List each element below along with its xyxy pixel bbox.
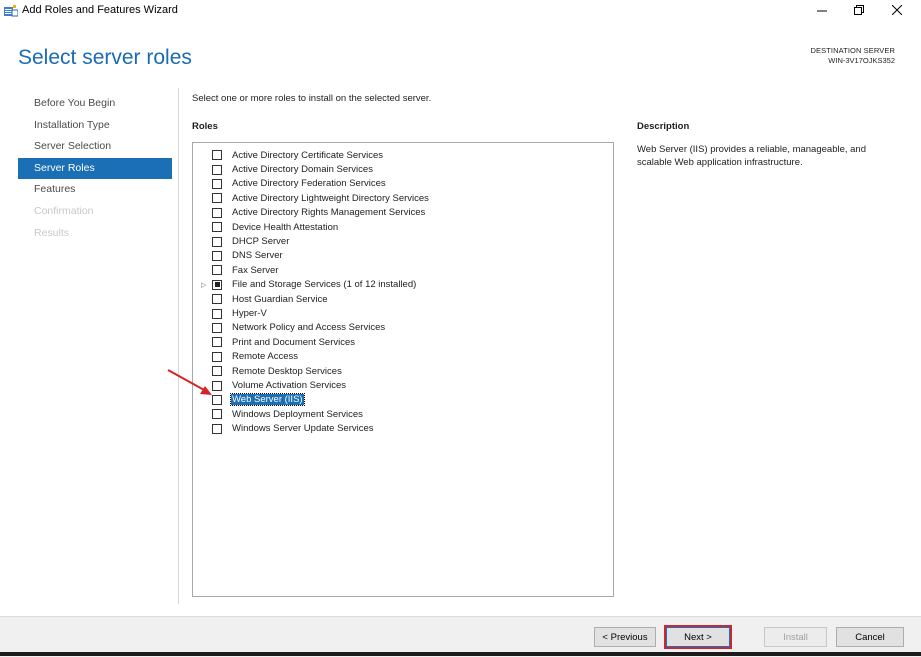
nav-item-server-selection[interactable]: Server Selection <box>18 136 172 158</box>
role-item[interactable]: Active Directory Federation Services <box>193 177 613 191</box>
role-item[interactable]: DNS Server <box>193 249 613 263</box>
role-item[interactable]: Remote Access <box>193 350 613 364</box>
nav-item-features[interactable]: Features <box>18 179 172 201</box>
previous-button[interactable]: < Previous <box>594 627 656 647</box>
role-checkbox[interactable] <box>212 294 222 305</box>
role-checkbox[interactable] <box>212 351 222 362</box>
minimize-icon <box>817 2 827 20</box>
role-checkbox[interactable] <box>212 250 222 261</box>
roles-list[interactable]: Active Directory Certificate Services Act… <box>192 142 614 597</box>
restore-button[interactable] <box>842 0 876 22</box>
wizard-steps-nav: Before You Begin Installation Type Server … <box>18 93 172 244</box>
role-label[interactable]: Active Directory Rights Management Servi… <box>231 207 426 218</box>
role-checkbox[interactable] <box>212 409 222 420</box>
nav-divider <box>178 88 179 604</box>
role-label[interactable]: Web Server (IIS) <box>230 393 305 407</box>
role-label[interactable]: Hyper-V <box>231 308 268 319</box>
nav-item-before-you-begin[interactable]: Before You Begin <box>18 93 172 115</box>
destination-server-name: WIN-3V17OJKS352 <box>828 56 895 65</box>
nav-item-confirmation: Confirmation <box>34 204 94 217</box>
roles-heading: Roles <box>192 121 218 132</box>
role-label[interactable]: Host Guardian Service <box>231 294 329 305</box>
role-checkbox[interactable] <box>212 423 222 434</box>
expand-arrow-icon[interactable]: ▷ <box>201 281 209 289</box>
role-label[interactable]: Active Directory Federation Services <box>231 178 387 189</box>
role-item[interactable]: Active Directory Lightweight Directory S… <box>193 191 613 205</box>
wizard-footer: < Previous Next > Install Cancel <box>0 616 921 657</box>
role-label[interactable]: DNS Server <box>231 250 284 261</box>
role-checkbox[interactable] <box>212 308 222 319</box>
role-item[interactable]: ▷ File and Storage Services (1 of 12 inst… <box>193 278 613 292</box>
role-checkbox[interactable] <box>212 150 222 161</box>
role-item[interactable]: Windows Server Update Services <box>193 422 613 436</box>
role-label[interactable]: Windows Server Update Services <box>231 423 375 434</box>
nav-item-installation-type[interactable]: Installation Type <box>18 115 172 137</box>
description-heading: Description <box>637 121 690 132</box>
destination-server-label: DESTINATION SERVER <box>810 46 895 55</box>
role-checkbox[interactable] <box>212 337 222 348</box>
role-checkbox[interactable] <box>212 164 222 175</box>
role-item[interactable]: Windows Deployment Services <box>193 407 613 421</box>
role-item[interactable]: DHCP Server <box>193 234 613 248</box>
role-label[interactable]: Remote Desktop Services <box>231 366 343 377</box>
role-label[interactable]: DHCP Server <box>231 236 290 247</box>
role-item[interactable]: Device Health Attestation <box>193 220 613 234</box>
role-item[interactable]: Network Policy and Access Services <box>193 321 613 335</box>
taskbar-edge <box>0 652 921 656</box>
role-label[interactable]: Active Directory Lightweight Directory S… <box>231 193 430 204</box>
install-button[interactable]: Install <box>764 627 827 647</box>
role-label[interactable]: Print and Document Services <box>231 337 356 348</box>
cancel-button[interactable]: Cancel <box>836 627 904 647</box>
role-label[interactable]: Active Directory Certificate Services <box>231 150 384 161</box>
role-item[interactable]: Active Directory Domain Services <box>193 162 613 176</box>
role-item[interactable]: Active Directory Rights Management Servi… <box>193 206 613 220</box>
role-checkbox[interactable] <box>212 222 222 233</box>
role-label[interactable]: Remote Access <box>231 351 299 362</box>
role-checkbox[interactable] <box>212 193 222 204</box>
instruction-text: Select one or more roles to install on t… <box>192 93 432 104</box>
role-label[interactable]: Device Health Attestation <box>231 222 339 233</box>
role-item[interactable]: Host Guardian Service <box>193 292 613 306</box>
role-item[interactable]: Fax Server <box>193 263 613 277</box>
description-text: Web Server (IIS) provides a reliable, ma… <box>637 144 867 168</box>
page-title: Select server roles <box>18 46 192 69</box>
restore-icon <box>854 2 864 20</box>
role-item[interactable]: Print and Document Services <box>193 335 613 349</box>
role-checkbox[interactable] <box>212 279 222 290</box>
role-checkbox[interactable] <box>212 207 222 218</box>
role-label[interactable]: Network Policy and Access Services <box>231 322 386 333</box>
window-title: Add Roles and Features Wizard <box>22 4 178 16</box>
role-item[interactable]: Hyper-V <box>193 306 613 320</box>
annotation-arrow-icon <box>166 368 214 403</box>
role-label[interactable]: Volume Activation Services <box>231 380 347 391</box>
server-manager-icon <box>4 4 19 17</box>
role-item[interactable]: Remote Desktop Services <box>193 364 613 378</box>
close-icon <box>891 2 903 20</box>
role-item[interactable]: Web Server (IIS) <box>193 393 613 407</box>
role-checkbox[interactable] <box>212 236 222 247</box>
minimize-button[interactable] <box>805 0 839 22</box>
role-label[interactable]: Fax Server <box>231 265 279 276</box>
nav-item-results: Results <box>34 226 70 239</box>
role-item[interactable]: Volume Activation Services <box>193 378 613 392</box>
role-label[interactable]: Windows Deployment Services <box>231 409 364 420</box>
nav-item-server-roles[interactable]: Server Roles <box>18 157 172 180</box>
role-label[interactable]: File and Storage Services (1 of 12 insta… <box>231 279 417 290</box>
role-checkbox[interactable] <box>212 322 222 333</box>
title-bar: Add Roles and Features Wizard <box>0 0 921 22</box>
role-checkbox[interactable] <box>212 178 222 189</box>
role-label[interactable]: Active Directory Domain Services <box>231 164 374 175</box>
next-button[interactable]: Next > <box>664 625 732 649</box>
role-item[interactable]: Active Directory Certificate Services <box>193 148 613 162</box>
close-button[interactable] <box>880 0 914 22</box>
role-checkbox[interactable] <box>212 265 222 276</box>
